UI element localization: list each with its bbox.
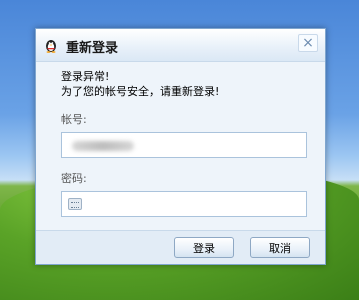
qq-penguin-icon [43, 37, 59, 53]
cancel-button[interactable]: 取消 [250, 237, 310, 258]
login-button[interactable]: 登录 [174, 237, 234, 258]
account-field[interactable] [61, 132, 307, 158]
dialog-footer: 登录 取消 [36, 230, 325, 264]
dialog-content: 登录异常! 为了您的帐号安全，请重新登录! 帐号: 密码: [61, 69, 307, 217]
dialog-titlebar: 重新登录 × [36, 29, 325, 62]
account-value-blurred [72, 141, 134, 151]
relogin-dialog: 重新登录 × 登录异常! 为了您的帐号安全，请重新登录! 帐号: 密码: 登录 … [35, 28, 326, 265]
keyboard-icon[interactable] [68, 198, 82, 210]
password-label: 密码: [61, 172, 87, 185]
account-label: 帐号: [61, 113, 87, 126]
password-field[interactable] [61, 191, 307, 217]
error-message-title: 登录异常! [61, 70, 110, 83]
close-icon[interactable]: × [298, 34, 318, 52]
dialog-title: 重新登录 [66, 41, 119, 56]
error-message-detail: 为了您的帐号安全，请重新登录! [61, 85, 220, 98]
